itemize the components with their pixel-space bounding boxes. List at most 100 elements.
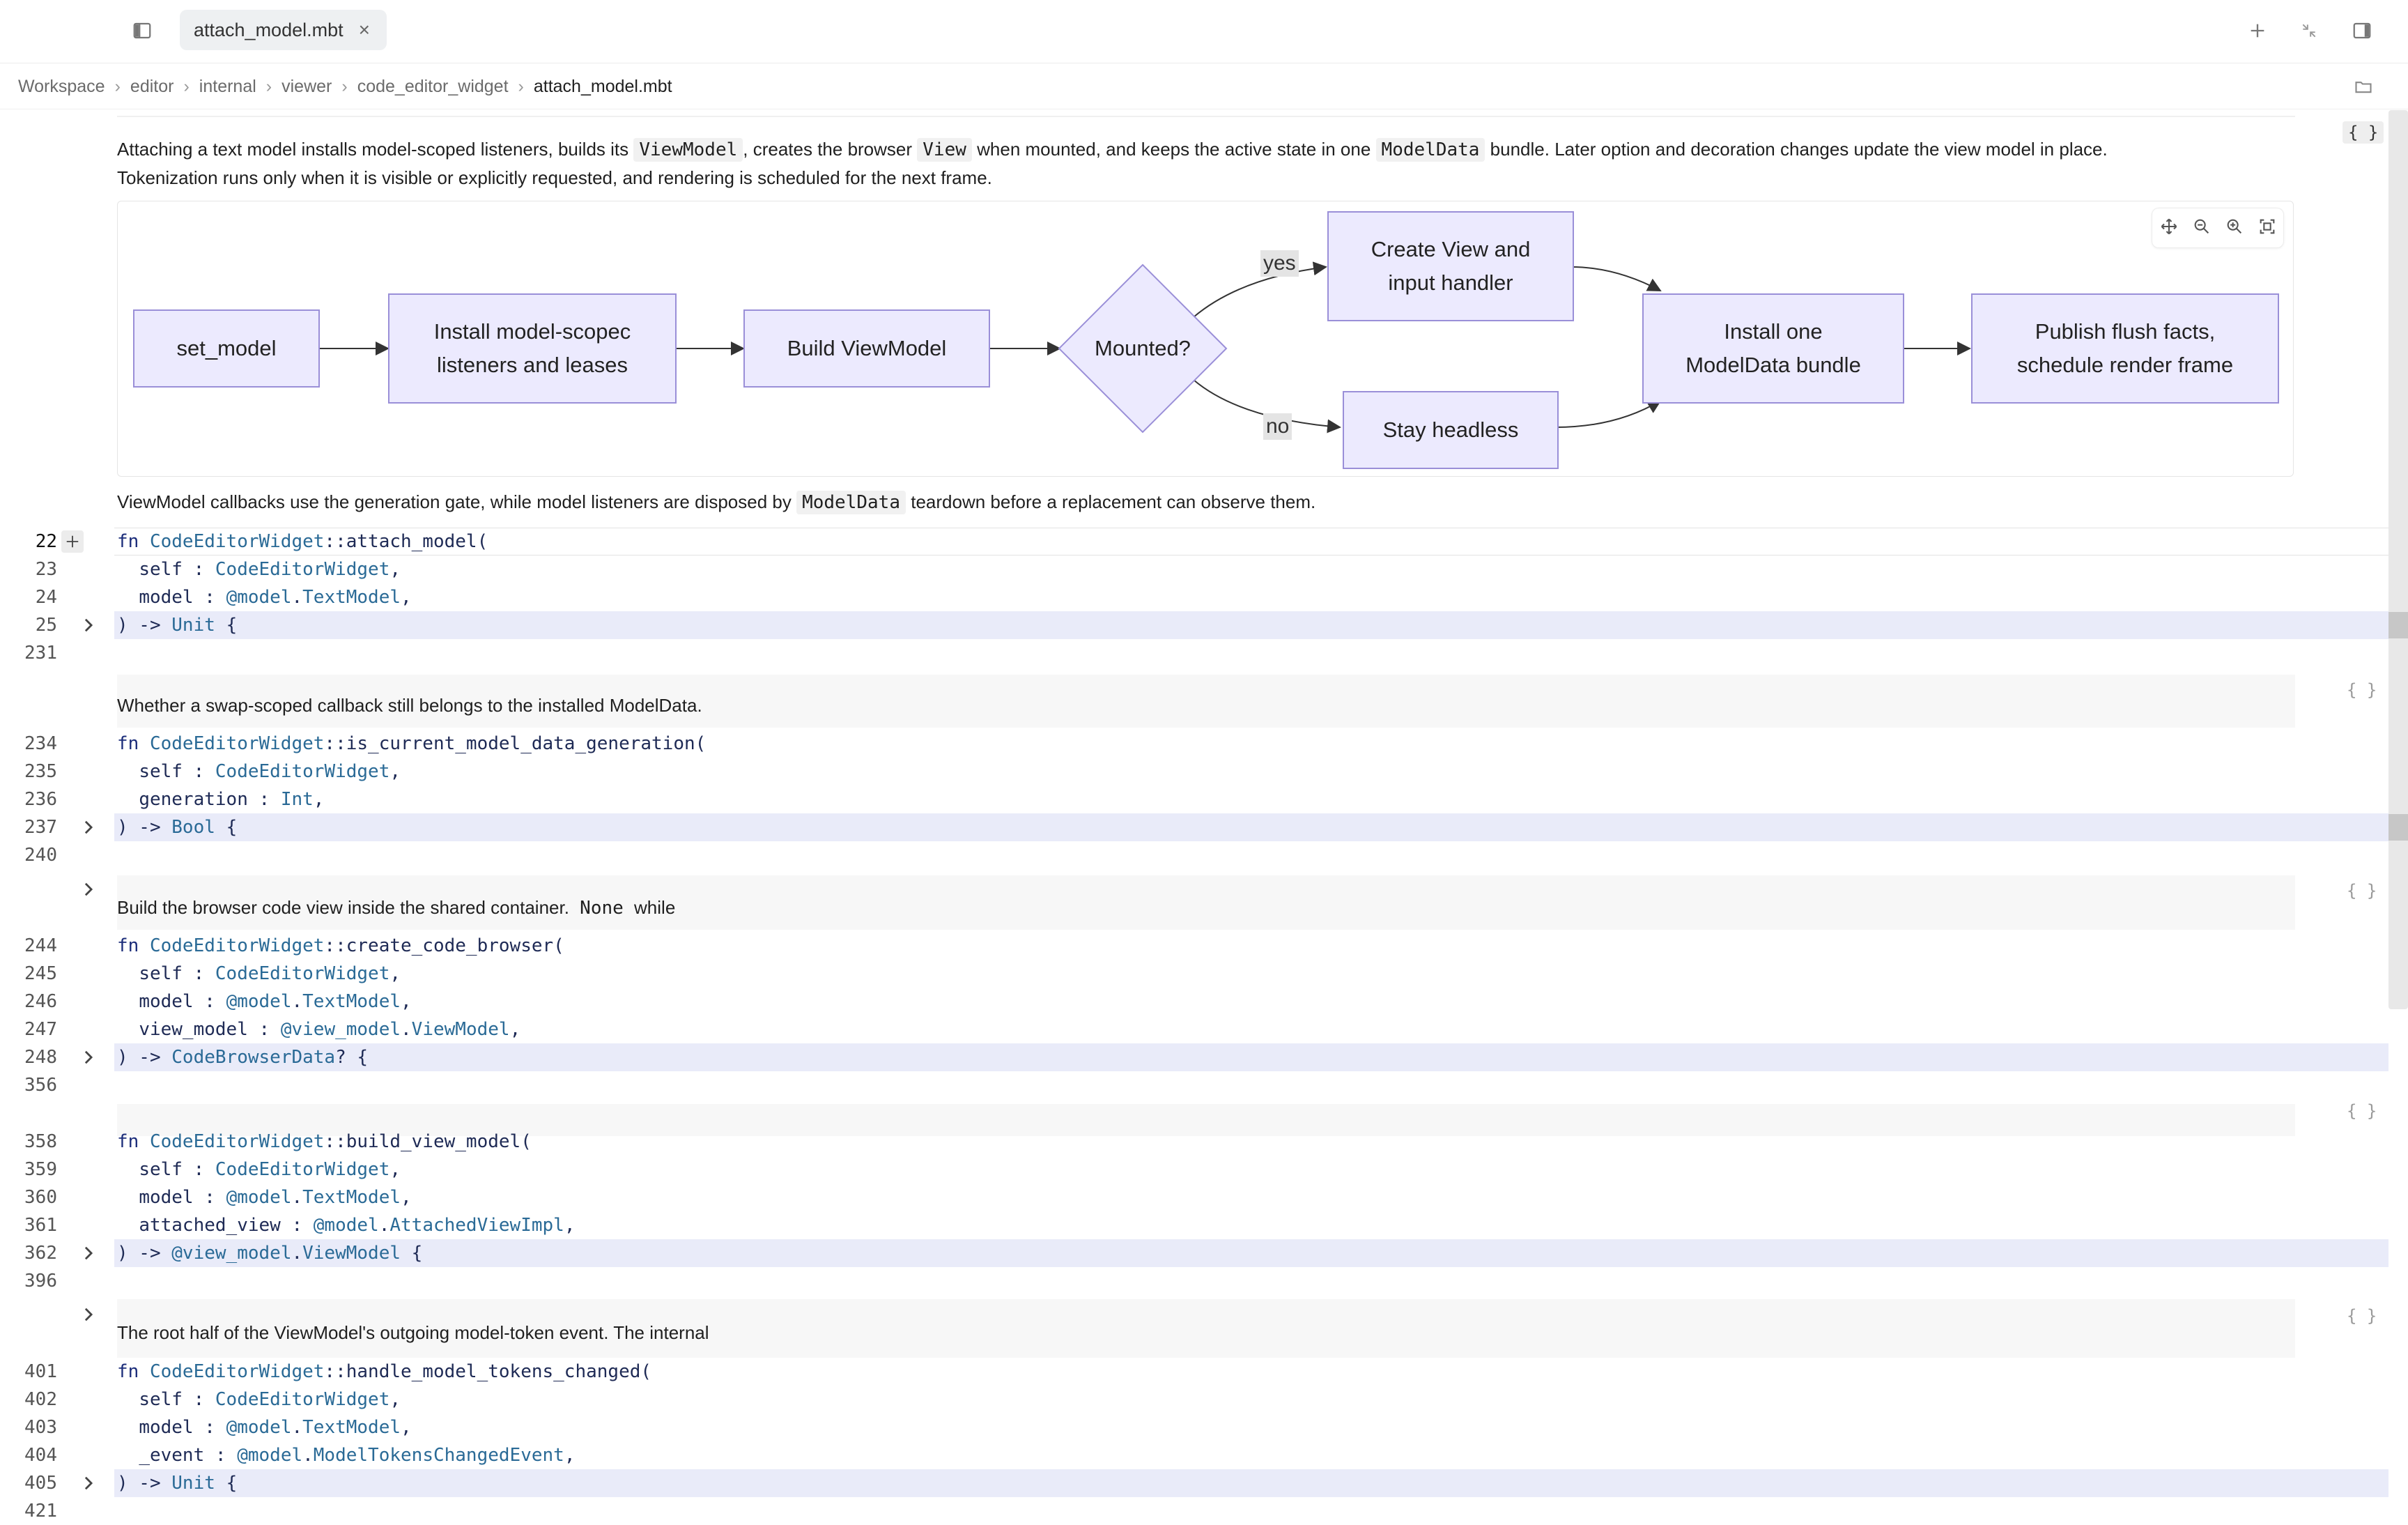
code-line: ) -> Unit { [117,615,238,636]
breadcrumb-separator: › [183,76,190,96]
breadcrumb-item[interactable]: editor [130,77,174,97]
line-number: 404 [24,1445,57,1466]
chevron-right-icon[interactable] [79,875,98,903]
plus-icon[interactable] [2245,18,2270,43]
line-number: 22 [35,531,57,552]
sidebar-toggle-icon[interactable] [130,18,155,43]
line-number: 403 [24,1417,57,1438]
chevron-right-icon[interactable] [79,1043,98,1071]
folder-icon[interactable] [2351,74,2376,99]
raw-toggle-button[interactable]: { } [2347,1101,2377,1121]
line-number: 237 [24,817,57,838]
chevron-right-icon[interactable] [79,1239,98,1267]
collapse-icon[interactable] [2297,18,2322,43]
code-line: ) -> Unit { [117,1473,238,1494]
zoom-in-icon[interactable] [2225,217,2244,240]
node-install-modeldata: Install one ModelData bundle [1642,293,1904,404]
doc-text: , creates the browser [743,139,913,160]
line-number: 247 [24,1019,57,1040]
breadcrumb-item[interactable]: code_editor_widget [357,77,509,97]
breadcrumb-item[interactable]: internal [199,77,256,97]
raw-toggle-button[interactable]: { } [2347,1306,2377,1326]
code-line: model : @model.TextModel, [139,587,412,608]
folded-line-highlight [114,1043,2388,1071]
node-set-model: set_model [133,309,320,388]
doc-comment: Build the browser code view inside the s… [117,894,2292,922]
raw-toggle-button[interactable]: { } [2347,680,2377,700]
inline-code: View [917,138,972,162]
code-line: self : CodeEditorWidget, [139,1159,401,1180]
line-number: 236 [24,789,57,810]
code-line: fn CodeEditorWidget::build_view_model( [117,1131,532,1152]
code-line: attached_view : @model.AttachedViewImpl, [139,1215,576,1236]
line-number: 358 [24,1131,57,1152]
line-number: 401 [24,1361,57,1382]
doc-text: Build the browser code view inside the s… [117,897,569,918]
doc-comment: Whether a swap-scoped callback still bel… [117,691,2292,719]
line-number: 24 [35,587,57,608]
edge [1193,261,1327,318]
breadcrumb-current: attach_model.mbt [533,76,672,96]
close-icon[interactable]: × [359,19,370,41]
flowchart: set_model Install model-scopec listeners… [117,201,2294,477]
folded-line-highlight [114,813,2388,841]
raw-toggle-button[interactable]: { } [2343,121,2384,144]
chevron-right-icon[interactable] [79,1469,98,1497]
doc-comment: The root half of the ViewModel's outgoin… [117,1319,2292,1347]
move-icon[interactable] [2159,217,2179,240]
breadcrumb-item[interactable]: viewer [281,77,332,97]
code-line: model : @model.TextModel, [139,991,412,1012]
line-number: 402 [24,1389,57,1410]
zoom-out-icon[interactable] [2192,217,2212,240]
diagram-toolbar [2152,208,2284,248]
folded-line-highlight [114,1469,2388,1497]
breadcrumb: Workspace › editor › internal › viewer ›… [0,64,2408,109]
line-number: 359 [24,1159,57,1180]
doc-text: when mounted, and keeps the active state… [977,139,1371,160]
doc-text: The root half of the ViewModel's outgoin… [117,1322,709,1343]
node-publish: Publish flush facts, schedule render fra… [1971,293,2279,404]
scrollbar-marker [2388,612,2408,638]
edge-label-no: no [1263,413,1292,440]
doc-comment: ViewModel callbacks use the generation g… [117,488,2292,516]
doc-text: teardown before a replacement can observ… [911,491,1316,512]
breadcrumb-item[interactable]: Workspace [18,77,105,97]
doc-text: Attaching a text model installs model-sc… [117,139,629,160]
chevron-right-icon[interactable] [79,1301,98,1328]
line-number: 245 [24,963,57,984]
code-line: model : @model.TextModel, [139,1417,412,1438]
line-number: 244 [24,935,57,956]
breadcrumb-separator: › [341,76,348,96]
node-install-listeners: Install model-scopec listeners and lease… [388,293,677,404]
file-tab[interactable]: attach_model.mbt × [180,10,387,50]
line-number: 396 [24,1271,57,1292]
inline-code: ModelData [796,491,906,514]
raw-toggle-button[interactable]: { } [2347,881,2377,901]
code-line: ) -> Bool { [117,817,238,838]
scrollbar-marker [2388,814,2408,841]
folded-line-highlight [114,611,2388,639]
code-line: ) -> CodeBrowserData? { [117,1047,369,1068]
doc-text: ViewModel callbacks use the generation g… [117,491,792,512]
code-line: fn CodeEditorWidget::handle_model_tokens… [117,1361,652,1382]
code-line: self : CodeEditorWidget, [139,1389,401,1410]
inline-code: None [580,898,624,919]
node-stay-headless: Stay headless [1343,391,1559,469]
chevron-right-icon[interactable] [79,611,98,639]
doc-divider [117,116,2295,117]
edge-label-yes: yes [1260,250,1299,277]
line-number: 360 [24,1187,57,1208]
scrollbar[interactable] [2388,110,2408,1009]
add-icon[interactable] [61,530,84,553]
code-line: fn CodeEditorWidget::create_code_browser… [117,935,564,956]
code-line: self : CodeEditorWidget, [139,559,401,580]
code-line: fn CodeEditorWidget::attach_model( [117,531,488,552]
code-line: generation : Int, [139,789,325,810]
line-number: 240 [24,845,57,866]
panel-right-icon[interactable] [2349,18,2375,43]
doc-comment: Attaching a text model installs model-sc… [117,135,2292,192]
chevron-right-icon[interactable] [79,813,98,841]
fit-icon[interactable] [2258,217,2277,240]
line-number: 235 [24,761,57,782]
code-line: _event : @model.ModelTokensChangedEvent, [139,1445,576,1466]
